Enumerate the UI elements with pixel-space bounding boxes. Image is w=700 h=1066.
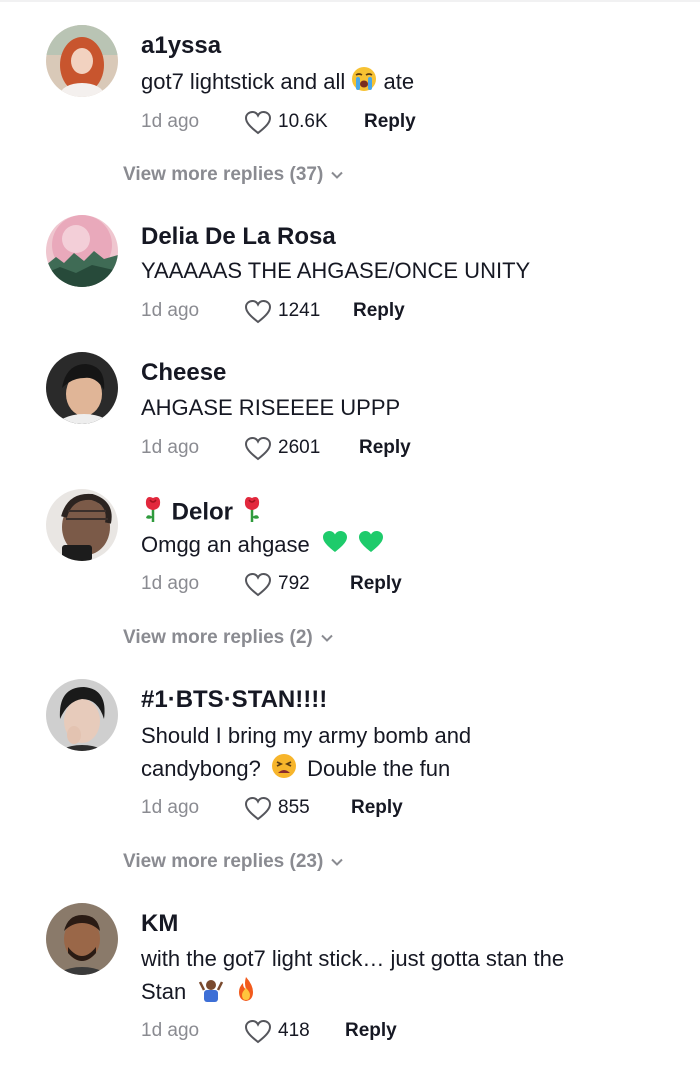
avatar[interactable] xyxy=(46,25,118,97)
comment-time: 1d ago xyxy=(141,437,200,458)
heart-outline-icon[interactable] xyxy=(243,570,273,600)
comment-time: 1d ago xyxy=(141,300,200,321)
rose-icon xyxy=(141,495,165,531)
chevron-down-icon xyxy=(321,634,333,642)
comment-text: with the got7 light stick… just gotta st… xyxy=(141,942,671,1011)
heart-outline-icon[interactable] xyxy=(243,794,273,824)
loudly-crying-face-icon xyxy=(351,66,377,101)
chevron-down-icon xyxy=(331,858,344,866)
comment-time: 1d ago xyxy=(141,573,200,594)
comment-text: got7 lightstick and all ate xyxy=(141,65,671,101)
comment-text: AHGASE RISEEEE UPPP xyxy=(141,395,401,420)
view-more-replies-button[interactable]: View more replies (23) xyxy=(123,851,345,873)
comment-time: 1d ago xyxy=(141,797,200,818)
comment-username[interactable]: Cheese xyxy=(141,358,226,388)
like-count: 418 xyxy=(278,1020,310,1041)
comment-username[interactable]: #1·BTS·STAN!!!! xyxy=(141,685,327,715)
like-count: 1241 xyxy=(278,300,321,321)
tired-face-icon xyxy=(271,753,297,788)
comment-time: 1d ago xyxy=(141,1020,200,1041)
like-count: 855 xyxy=(278,797,310,818)
reply-button[interactable]: Reply xyxy=(353,300,405,322)
like-count: 2601 xyxy=(278,437,321,458)
green-heart-icon xyxy=(358,530,384,563)
like-count: 792 xyxy=(278,573,310,594)
heart-outline-icon[interactable] xyxy=(243,108,273,138)
avatar[interactable] xyxy=(46,489,118,561)
heart-outline-icon[interactable] xyxy=(243,297,273,327)
avatar[interactable] xyxy=(46,352,118,424)
heart-outline-icon[interactable] xyxy=(243,1017,273,1047)
reply-button[interactable]: Reply xyxy=(345,1020,397,1042)
avatar[interactable] xyxy=(46,903,118,975)
top-divider xyxy=(0,0,700,2)
person-shrugging-icon xyxy=(198,976,224,1011)
comment-username[interactable]: KM xyxy=(141,909,178,939)
view-more-replies-button[interactable]: View more replies (2) xyxy=(123,627,335,649)
like-count: 10.6K xyxy=(278,111,328,132)
reply-button[interactable]: Reply xyxy=(364,111,416,133)
chevron-down-icon xyxy=(331,171,344,179)
reply-button[interactable]: Reply xyxy=(350,573,402,595)
comment-username[interactable]: a1yssa xyxy=(141,31,221,61)
fire-icon xyxy=(235,976,257,1011)
reply-button[interactable]: Reply xyxy=(359,437,411,459)
comment-text: Should I bring my army bomb and candybon… xyxy=(141,719,671,788)
avatar[interactable] xyxy=(46,679,118,751)
comment-time: 1d ago xyxy=(141,111,200,132)
avatar[interactable] xyxy=(46,215,118,287)
green-heart-icon xyxy=(322,530,348,563)
comment-text: YAAAAAS THE AHGASE/ONCE UNITY xyxy=(141,258,531,283)
rose-icon xyxy=(240,495,264,531)
comment-text: Omgg an ahgase xyxy=(141,528,671,563)
view-more-replies-button[interactable]: View more replies (37) xyxy=(123,164,345,186)
comment-username[interactable]: Delor xyxy=(141,495,264,531)
reply-button[interactable]: Reply xyxy=(351,797,403,819)
heart-outline-icon[interactable] xyxy=(243,434,273,464)
comment-username[interactable]: Delia De La Rosa xyxy=(141,222,336,252)
